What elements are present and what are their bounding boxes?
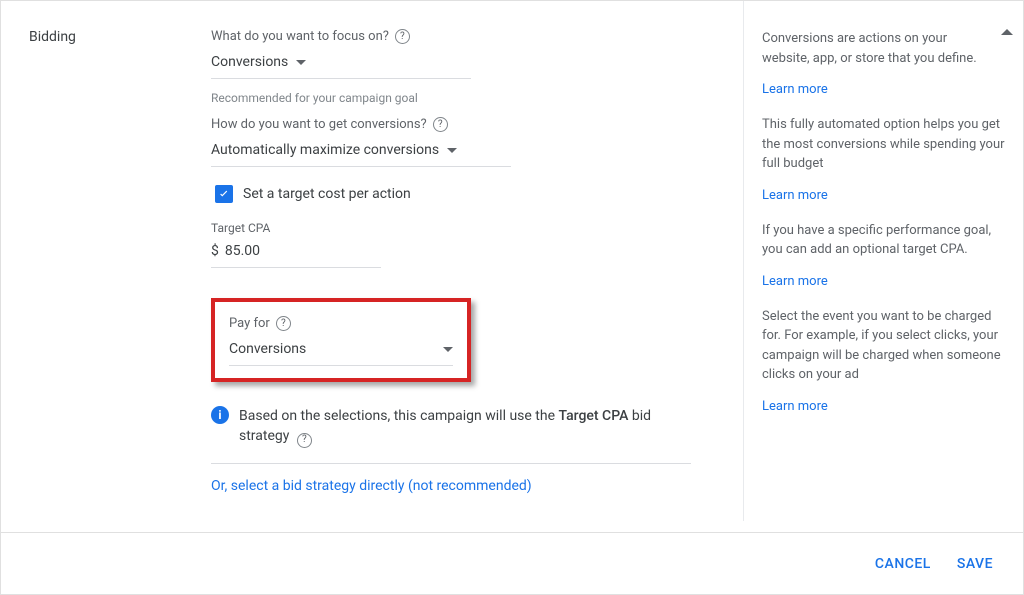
pay-for-value: Conversions [229,341,306,357]
help-icon[interactable]: ? [276,316,291,331]
chevron-down-icon [447,148,457,153]
recommended-text: Recommended for your campaign goal [211,91,691,105]
target-checkbox-row[interactable]: Set a target cost per action [215,185,691,203]
checkbox-label: Set a target cost per action [243,186,411,202]
method-label-row: How do you want to get conversions? ? [211,117,691,132]
method-select[interactable]: Automatically maximize conversions [211,138,511,167]
check-icon [217,187,231,201]
save-button[interactable]: Save [957,556,993,572]
focus-label: What do you want to focus on? [211,29,389,44]
learn-more-link[interactable]: Learn more [762,274,828,289]
pay-for-label-row: Pay for ? [229,316,453,331]
section-title: Bidding [29,29,211,45]
chevron-down-icon [443,347,453,352]
cancel-button[interactable]: Cancel [875,556,931,572]
footer: Cancel Save [1,532,1023,594]
learn-more-link[interactable]: Learn more [762,399,828,414]
chevron-up-icon [1001,29,1013,35]
info-icon: i [211,406,229,424]
info-row: i Based on the selections, this campaign… [211,406,691,464]
learn-more-link[interactable]: Learn more [762,82,828,97]
learn-more-link[interactable]: Learn more [762,188,828,203]
focus-value: Conversions [211,54,288,70]
info-text: Based on the selections, this campaign w… [239,406,691,447]
method-value: Automatically maximize conversions [211,142,439,158]
checkbox-checked[interactable] [215,185,233,203]
help-text-2: This fully automated option helps you ge… [762,115,1005,174]
alt-strategy-link[interactable]: Or, select a bid strategy directly (not … [211,478,691,494]
chevron-down-icon [296,60,306,65]
help-icon[interactable]: ? [297,433,312,448]
target-cpa-value: 85.00 [225,243,260,259]
currency-symbol: $ [211,243,219,259]
method-label: How do you want to get conversions? [211,117,427,132]
target-cpa-input[interactable]: $ 85.00 [211,239,381,268]
pay-for-highlight: Pay for ? Conversions [211,298,471,382]
help-text-1: Conversions are actions on your website,… [762,29,1005,68]
focus-label-row: What do you want to focus on? ? [211,29,691,44]
collapse-button[interactable] [1001,29,1013,35]
focus-select[interactable]: Conversions [211,50,471,79]
help-sidebar: Conversions are actions on your website,… [743,1,1023,521]
main-area: Bidding What do you want to focus on? ? … [1,1,1023,521]
help-text-4: Select the event you want to be charged … [762,307,1005,385]
help-text-3: If you have a specific performance goal,… [762,221,1005,260]
left-column: Bidding [1,1,211,521]
center-column: What do you want to focus on? ? Conversi… [211,1,711,521]
help-icon[interactable]: ? [433,117,448,132]
target-cpa-label: Target CPA [211,221,691,235]
help-icon[interactable]: ? [395,29,410,44]
bidding-panel: Bidding What do you want to focus on? ? … [0,0,1024,595]
pay-for-label: Pay for [229,316,270,331]
pay-for-select[interactable]: Conversions [229,337,453,366]
